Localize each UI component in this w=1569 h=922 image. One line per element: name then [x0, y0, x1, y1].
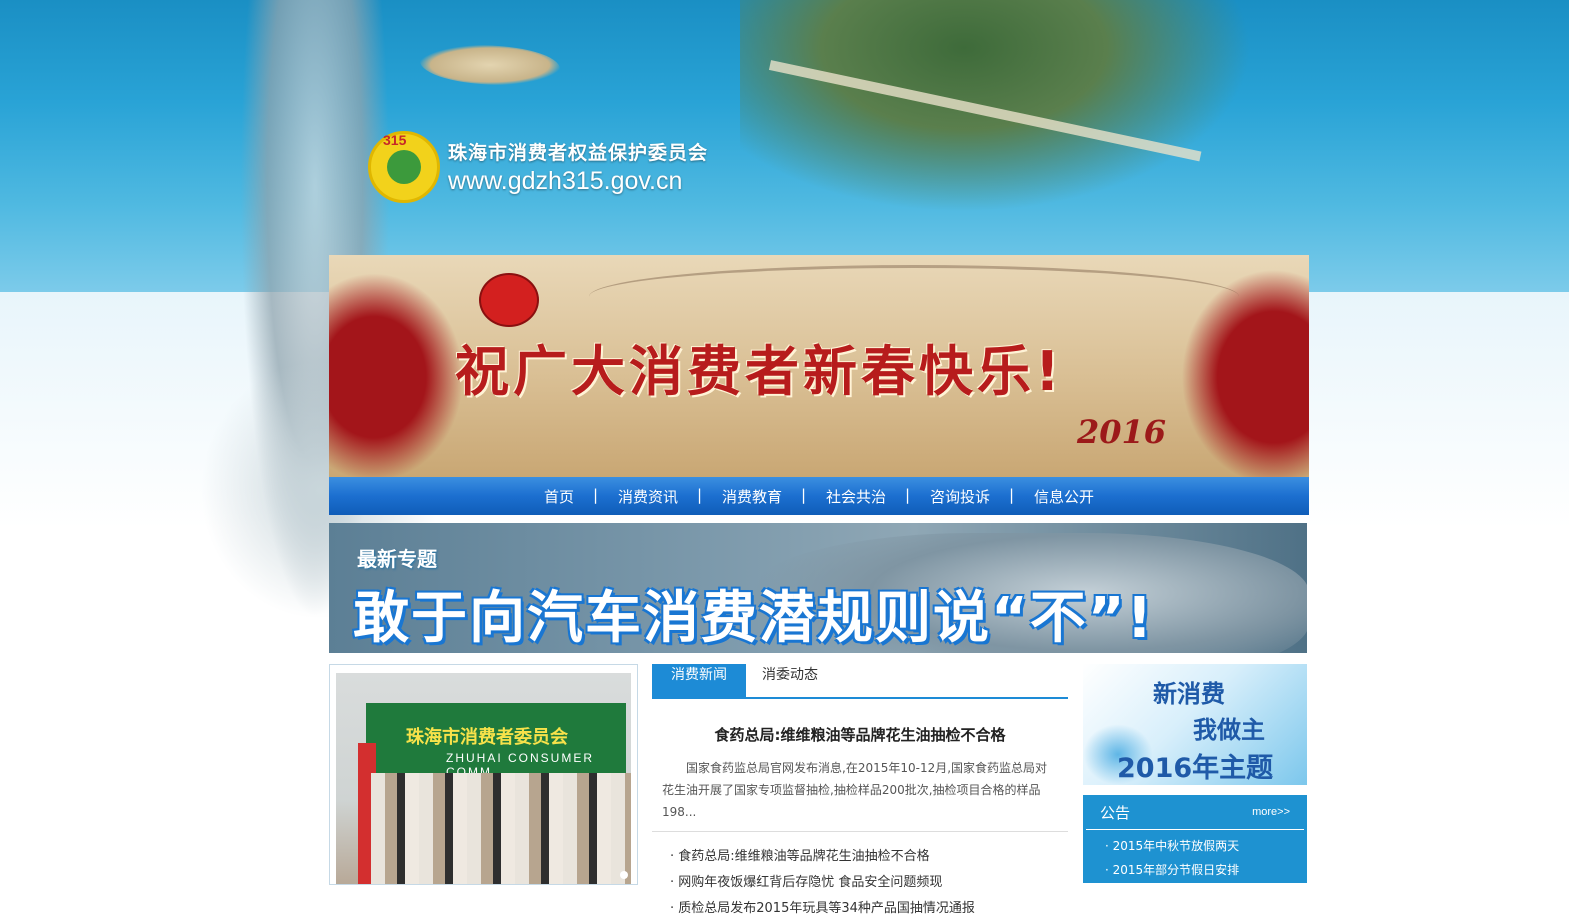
logo-315-text: 315 — [383, 132, 407, 148]
tab-committee-updates[interactable]: 消委动态 — [762, 664, 818, 697]
tab-consumer-news[interactable]: 消费新闻 — [652, 664, 746, 697]
new-year-greeting: 祝广大消费者新春快乐! — [455, 340, 1064, 403]
notice-header: 公告 more>> — [1086, 795, 1304, 830]
lantern-icon — [479, 273, 539, 327]
divider — [652, 831, 1068, 832]
theme-line-2: 我做主 — [1193, 716, 1265, 744]
news-panel: 消费新闻 消委动态 食药总局:维维粮油等品牌花生油抽检不合格 国家食药监总局官网… — [652, 664, 1068, 916]
logo-text-block: 珠海市消费者权益保护委员会 www.gdzh315.gov.cn — [448, 138, 708, 196]
list-item[interactable]: · 食药总局:维维粮油等品牌花生油抽检不合格 — [670, 844, 1068, 870]
org-name: 珠海市消费者权益保护委员会 — [448, 142, 709, 164]
group-people-image — [371, 773, 631, 884]
nav-item-social-governance[interactable]: 社会共治 — [801, 486, 908, 507]
notice-list: · 2015年中秋节放假两天 · 2015年部分节假日安排 — [1083, 834, 1307, 882]
site-url: www.gdzh315.gov.cn — [448, 167, 683, 195]
nav-item-complaints[interactable]: 咨询投诉 — [905, 486, 1012, 507]
nav-item-consumer-info[interactable]: 消费资讯 — [593, 486, 700, 507]
slideshow-dot[interactable] — [620, 871, 628, 879]
annual-theme-banner[interactable]: 新消费 我做主 2016年主题 — [1083, 664, 1307, 785]
news-list: · 食药总局:维维粮油等品牌花生油抽检不合格 · 网购年夜饭爆红背后存隐忧 食品… — [652, 844, 1068, 922]
list-item[interactable]: · 网购年夜饭爆红背后存隐忧 食品安全问题频现 — [670, 870, 1068, 896]
feature-title: 敢于向汽车消费潜规则说“不”! — [353, 586, 1155, 651]
feature-tag: 最新专题 — [357, 547, 437, 571]
list-item[interactable]: · 2015年部分节假日安排 — [1105, 858, 1307, 882]
slideshow-photo[interactable]: 珠海市消费者委员会 ZHUHAI CONSUMER COMM — [336, 673, 631, 884]
new-year-year: 2016 — [1077, 413, 1167, 451]
nav-item-consumer-education[interactable]: 消费教育 — [697, 486, 804, 507]
plum-branch-decoration — [589, 265, 1239, 328]
notice-more-link[interactable]: more>> — [1252, 806, 1290, 818]
news-tabs: 消费新闻 消委动态 — [652, 664, 1068, 699]
news-headline[interactable]: 食药总局:维维粮油等品牌花生油抽检不合格 — [652, 724, 1068, 745]
photo-board-text: 珠海市消费者委员会 — [406, 727, 568, 748]
notice-panel: 公告 more>> · 2015年中秋节放假两天 · 2015年部分节假日安排 — [1083, 795, 1307, 883]
news-summary: 国家食药监总局官网发布消息,在2015年10-12月,国家食药监总局对花生油开展… — [662, 761, 1048, 819]
list-item[interactable]: · 2015年中秋节放假两天 — [1105, 834, 1307, 858]
list-item[interactable]: · 质检总局发布2015年玩具等34种产品国抽情况通报 — [670, 896, 1068, 922]
site-logo[interactable]: 315 珠海市消费者权益保护委员会 www.gdzh315.gov.cn — [368, 131, 708, 203]
nav-item-home[interactable]: 首页 — [522, 486, 596, 507]
notice-title: 公告 — [1100, 803, 1131, 822]
photo-slideshow[interactable]: 珠海市消费者委员会 ZHUHAI CONSUMER COMM — [329, 664, 638, 885]
theme-line-3: 2016年主题 — [1117, 753, 1274, 784]
main-navigation: 首页 消费资讯 消费教育 社会共治 咨询投诉 信息公开 — [329, 477, 1309, 515]
logo-icon: 315 — [368, 131, 440, 203]
feature-banner[interactable]: 最新专题 敢于向汽车消费潜规则说“不”! — [329, 523, 1307, 653]
nav-item-information-disclosure[interactable]: 信息公开 — [1009, 486, 1116, 507]
new-year-banner[interactable]: 祝广大消费者新春快乐! 2016 — [329, 255, 1309, 477]
theme-line-1: 新消费 — [1153, 680, 1225, 708]
